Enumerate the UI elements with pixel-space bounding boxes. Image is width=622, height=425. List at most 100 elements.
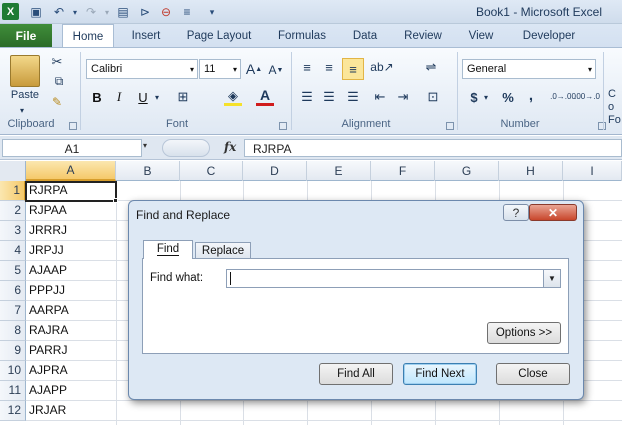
cell-a6[interactable]: PPPJJ: [26, 281, 116, 301]
row-header[interactable]: 7: [0, 301, 26, 321]
save-icon[interactable]: ▣: [27, 3, 45, 21]
align-right-icon[interactable]: ☰: [344, 88, 362, 106]
wrap-text-icon[interactable]: ⇌: [420, 58, 442, 76]
row-header[interactable]: 6: [0, 281, 26, 301]
increase-indent-icon[interactable]: ⇥: [394, 88, 412, 106]
macro-icon[interactable]: ⊳: [136, 3, 154, 21]
font-size-dropdown-icon[interactable]: ▾: [233, 65, 237, 74]
column-header-a[interactable]: A: [26, 161, 116, 181]
fill-handle[interactable]: [113, 198, 118, 203]
tab-file[interactable]: File: [0, 24, 52, 48]
form-icon[interactable]: ▤: [114, 3, 132, 21]
cell-a9[interactable]: PARRJ: [26, 341, 116, 361]
alignment-launcher-icon[interactable]: [446, 122, 454, 130]
bold-button[interactable]: B: [88, 88, 106, 106]
name-box[interactable]: A1: [2, 139, 142, 157]
comma-button[interactable]: ,: [524, 86, 538, 104]
clipboard-launcher-icon[interactable]: [69, 122, 77, 130]
tab-formulas[interactable]: Formulas: [270, 24, 334, 48]
row-header[interactable]: 2: [0, 201, 26, 221]
increase-decimal-button[interactable]: .0→.00: [550, 88, 576, 106]
font-size-box[interactable]: 11 ▾: [199, 59, 241, 79]
help-button[interactable]: ?: [503, 204, 529, 221]
delete-icon[interactable]: ⊖: [157, 3, 175, 21]
row-header[interactable]: 5: [0, 261, 26, 281]
underline-dropdown-icon[interactable]: ▾: [155, 93, 159, 102]
paste-button[interactable]: Paste: [10, 89, 40, 101]
close-button[interactable]: Close: [496, 363, 570, 385]
column-header-d[interactable]: D: [243, 161, 307, 181]
shrink-font-button[interactable]: A ▼: [268, 62, 284, 78]
insert-function-icon[interactable]: fx: [224, 140, 236, 154]
cell-a11[interactable]: AJAPP: [26, 381, 116, 401]
formula-input[interactable]: RJRPA: [244, 139, 622, 157]
merge-center-icon[interactable]: ⊡: [422, 88, 444, 106]
tab-review[interactable]: Review: [396, 24, 450, 48]
percent-button[interactable]: %: [500, 88, 516, 106]
name-box-dropdown-icon[interactable]: ▾: [143, 141, 147, 150]
tab-find[interactable]: Find: [143, 240, 193, 259]
excel-logo-icon[interactable]: X: [2, 3, 19, 20]
column-header-i[interactable]: I: [563, 161, 622, 181]
find-all-button[interactable]: Find All: [319, 363, 393, 385]
cell-a2[interactable]: RJPAA: [26, 201, 116, 221]
font-launcher-icon[interactable]: [279, 122, 287, 130]
find-next-button[interactable]: Find Next: [403, 363, 477, 385]
column-header-g[interactable]: G: [435, 161, 499, 181]
fill-color-icon[interactable]: ◈: [224, 88, 242, 106]
cell-a8[interactable]: RAJRA: [26, 321, 116, 341]
font-color-button[interactable]: A: [256, 87, 274, 106]
cell-a12[interactable]: JRJAR: [26, 401, 116, 421]
tab-data[interactable]: Data: [344, 24, 386, 48]
font-name-box[interactable]: Calibri ▾: [86, 59, 198, 79]
row-header[interactable]: 11: [0, 381, 26, 401]
row-header[interactable]: 3: [0, 221, 26, 241]
middle-align-icon[interactable]: ≡: [320, 58, 338, 76]
currency-button[interactable]: $: [466, 88, 482, 106]
tab-home[interactable]: Home: [62, 24, 114, 48]
grow-font-button[interactable]: A ▲: [246, 60, 262, 78]
row-header[interactable]: 10: [0, 361, 26, 381]
column-header-h[interactable]: H: [499, 161, 563, 181]
orientation-icon[interactable]: ab↗: [370, 58, 393, 76]
borders-icon[interactable]: ⊞: [172, 88, 194, 106]
column-header-e[interactable]: E: [307, 161, 371, 181]
bottom-align-icon[interactable]: ≡: [342, 58, 364, 80]
formula-bar-splitter[interactable]: [162, 139, 210, 157]
paste-dropdown-icon[interactable]: ▾: [20, 106, 24, 115]
row-header[interactable]: 12: [0, 401, 26, 421]
align-left-icon[interactable]: ☰: [298, 88, 316, 106]
cell-a10[interactable]: AJPRA: [26, 361, 116, 381]
tab-view[interactable]: View: [458, 24, 504, 48]
column-header-b[interactable]: B: [116, 161, 180, 181]
find-what-input[interactable]: [226, 269, 544, 288]
copy-icon[interactable]: ⧉: [48, 73, 70, 89]
row-header[interactable]: 8: [0, 321, 26, 341]
font-name-dropdown-icon[interactable]: ▾: [190, 65, 194, 74]
number-launcher-icon[interactable]: [598, 122, 606, 130]
tab-developer[interactable]: Developer: [514, 24, 584, 48]
cell-a5[interactable]: AJAAP: [26, 261, 116, 281]
decrease-indent-icon[interactable]: ⇤: [371, 88, 389, 106]
row-header[interactable]: 1: [0, 181, 26, 201]
align-icon[interactable]: ≡: [178, 3, 196, 21]
select-all-button[interactable]: [0, 161, 26, 181]
tab-page-layout[interactable]: Page Layout: [180, 24, 258, 48]
cell-a7[interactable]: AARPA: [26, 301, 116, 321]
close-icon[interactable]: ✕: [529, 204, 577, 221]
cell-a4[interactable]: JRPJJ: [26, 241, 116, 261]
format-painter-icon[interactable]: ✎: [48, 94, 66, 110]
options-button[interactable]: Options >>: [487, 322, 561, 344]
align-center-icon[interactable]: ☰: [320, 88, 338, 106]
column-header-c[interactable]: C: [180, 161, 243, 181]
italic-button[interactable]: I: [110, 88, 128, 106]
row-header[interactable]: 9: [0, 341, 26, 361]
customize-quick-access-icon[interactable]: ▾: [203, 3, 221, 21]
column-header-f[interactable]: F: [371, 161, 435, 181]
underline-button[interactable]: U: [134, 88, 152, 106]
currency-dropdown-icon[interactable]: ▾: [484, 93, 488, 102]
number-format-dropdown-icon[interactable]: ▾: [588, 65, 592, 74]
decrease-decimal-button[interactable]: .00→.0: [574, 88, 600, 106]
conditional-formatting-button[interactable]: Co Fo: [608, 88, 622, 127]
row-header[interactable]: 4: [0, 241, 26, 261]
